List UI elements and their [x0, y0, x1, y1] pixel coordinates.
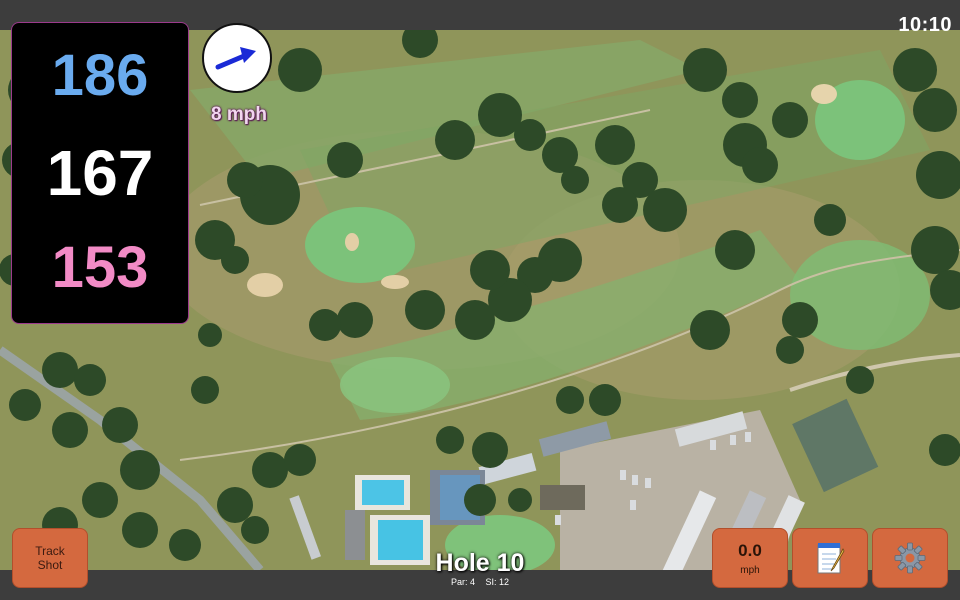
- track-shot-label-line1: Track: [35, 544, 65, 558]
- distance-panel: 186 167 153: [11, 22, 189, 324]
- hole-title: Hole 10: [435, 549, 525, 577]
- arrow-icon: [215, 47, 256, 70]
- track-shot-label-line2: Shot: [37, 558, 63, 572]
- speed-unit: mph: [740, 564, 760, 576]
- speed-value: 0.0: [738, 540, 762, 560]
- center-distance: 167: [46, 137, 154, 209]
- wind-speed: 8 mph: [211, 104, 267, 125]
- gear-icon: [894, 542, 926, 574]
- hole-details: Par: 4 SI: 12: [380, 577, 580, 587]
- wind-indicator[interactable]: [202, 23, 272, 93]
- speed-button[interactable]: 0.0 mph: [712, 528, 788, 588]
- status-time: 10:10: [898, 14, 952, 36]
- track-shot-button[interactable]: Track Shot: [12, 528, 88, 588]
- front-distance: 153: [51, 235, 149, 300]
- notes-button[interactable]: [792, 528, 868, 588]
- hole-par: Par: 4: [450, 577, 475, 587]
- notepad-icon: [817, 543, 845, 574]
- settings-button[interactable]: [872, 528, 948, 588]
- hole-stroke-index: SI: 12: [485, 577, 510, 587]
- back-distance: 186: [51, 43, 149, 108]
